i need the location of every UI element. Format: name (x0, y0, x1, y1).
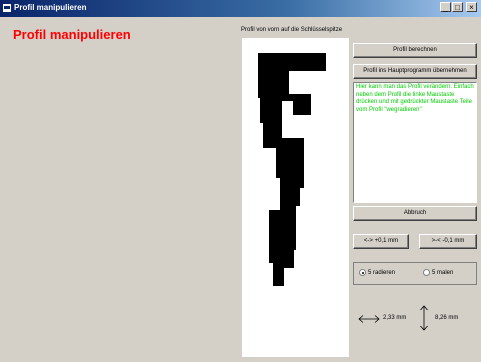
radio-erase-dot[interactable] (359, 269, 366, 276)
tool-group: 5 radieren 5 malen (353, 262, 477, 285)
page-title: Profil manipulieren (13, 27, 131, 42)
profile-label: Profil von vorn auf die Schlüsselspitze (241, 27, 343, 33)
height-value: 8,26 mm (435, 315, 459, 321)
app-icon (3, 4, 11, 12)
apply-profile-button[interactable]: Profil ins Hauptprogramm übernehmen (353, 64, 477, 79)
radio-paint-label: 5 malen (432, 270, 454, 277)
minimize-button[interactable]: _ (440, 2, 451, 12)
radio-paint[interactable]: 5 malen (423, 269, 453, 276)
profile-canvas[interactable] (242, 38, 349, 357)
decrease-button[interactable]: >-< -0,1 mm (419, 234, 477, 249)
cancel-button[interactable]: Abbruch (353, 206, 477, 221)
key-profile-shape (258, 53, 326, 286)
compute-profile-button[interactable]: Profil berechnen (353, 43, 477, 58)
increase-button[interactable]: <-> +0,1 mm (353, 234, 409, 249)
vertical-arrow-icon (420, 305, 428, 331)
radio-paint-dot[interactable] (423, 269, 430, 276)
radio-erase[interactable]: 5 radieren (359, 269, 395, 276)
radio-erase-label: 5 radieren (368, 270, 396, 277)
close-button[interactable]: × (466, 2, 477, 12)
key-profile-path (258, 53, 326, 286)
info-textarea[interactable]: Hier kann man das Profil verändern. Einf… (353, 82, 477, 203)
width-value: 2,33 mm (383, 315, 407, 321)
maximize-button[interactable]: □ (452, 2, 463, 12)
title-bar: Profil manipulieren _ □ × (0, 0, 481, 17)
window-title: Profil manipulieren (14, 3, 87, 12)
horizontal-arrow-icon (358, 315, 380, 323)
